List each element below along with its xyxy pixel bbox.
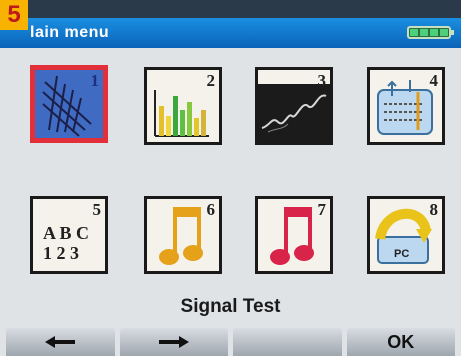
menu-tile-5[interactable]: A B C 1 2 3 5 [30, 196, 108, 274]
tile-number: 3 [317, 71, 327, 90]
menu-tile-1[interactable]: 1 [30, 65, 108, 143]
abc-123-icon: A B C 1 2 3 [43, 223, 90, 263]
svg-text:PC: PC [394, 248, 409, 260]
menu-tile-3[interactable]: 3 [255, 67, 333, 145]
tile-number: 1 [90, 71, 100, 90]
title-bar: lain menu [0, 18, 461, 48]
tile-number: 6 [206, 200, 216, 219]
ok-label: OK [387, 331, 415, 352]
tile-number: 2 [206, 71, 216, 90]
softkey-left[interactable] [6, 328, 115, 356]
menu-tile-7[interactable]: 7 [255, 196, 333, 274]
step-number-badge: 5 [0, 0, 28, 30]
softkey-bar: OK [0, 328, 461, 356]
menu-tile-4[interactable]: 4 [367, 67, 445, 145]
softkey-blank[interactable] [233, 328, 342, 356]
menu-title: lain menu [30, 24, 110, 41]
device-screen: lain menu 1 2 3 4 A B C 1 2 3 5 6 7 PC 8… [0, 18, 461, 356]
arrow-right-icon [158, 336, 189, 348]
menu-tile-6[interactable]: 6 [144, 196, 222, 274]
ok-button[interactable]: OK [346, 328, 455, 356]
selected-item-label: Signal Test [180, 296, 281, 317]
tile-number: 7 [317, 200, 327, 219]
menu-tile-2[interactable]: 2 [144, 67, 222, 145]
tile-number: 8 [429, 200, 439, 219]
softkey-right[interactable] [119, 328, 228, 356]
arrow-left-icon [45, 336, 76, 348]
menu-tile-8[interactable]: PC 8 [367, 196, 445, 274]
tile-number: 5 [92, 200, 102, 219]
tile-number: 4 [429, 71, 439, 90]
battery-icon [407, 26, 454, 39]
